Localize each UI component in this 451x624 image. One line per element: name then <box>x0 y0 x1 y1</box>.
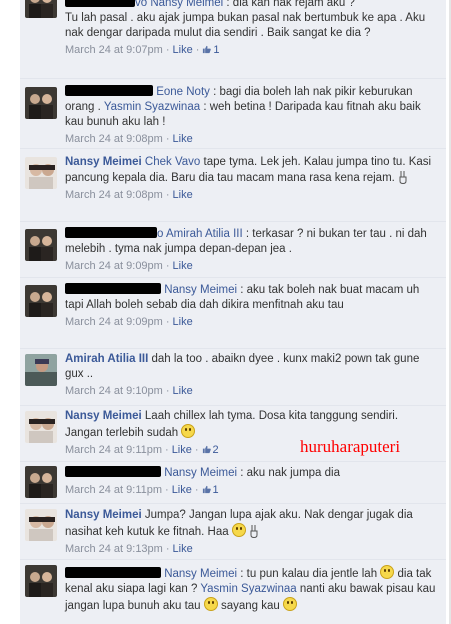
comment-meta: March 24 at 9:09pm · Like <box>65 260 193 272</box>
comment-thread: vo Nansy Meimei : dia kan nak rejam aku … <box>0 0 449 624</box>
timestamp[interactable]: March 24 at 9:07pm <box>65 44 163 56</box>
smile-emoji-icon <box>283 597 298 611</box>
comment: vo Nansy Meimei : dia kan nak rejam aku … <box>20 0 446 79</box>
avatar[interactable] <box>25 411 57 443</box>
peace-hand-icon <box>250 525 258 538</box>
smile-emoji-icon <box>380 565 395 579</box>
like-link[interactable]: Like <box>173 385 193 397</box>
comment-text: Nansy Meimei Chek Vavo tape tyma. Lek je… <box>65 156 432 184</box>
avatar[interactable] <box>25 87 57 119</box>
redacted-name <box>65 85 153 96</box>
comment-meta: March 24 at 9:13pm · Like <box>65 543 193 555</box>
avatar[interactable] <box>25 466 57 498</box>
like-link[interactable]: Like <box>173 316 193 328</box>
author-link[interactable]: Nansy Meimei <box>150 0 223 9</box>
like-count[interactable]: 1 <box>202 44 220 56</box>
like-link[interactable]: Like <box>173 189 193 201</box>
watermark: huruharaputeri <box>300 437 401 456</box>
avatar[interactable] <box>25 285 57 317</box>
comment-meta: March 24 at 9:07pm · Like · 1 <box>65 44 220 56</box>
timestamp[interactable]: March 24 at 9:09pm <box>65 316 163 328</box>
timestamp[interactable]: March 24 at 9:13pm <box>65 543 163 555</box>
comment-text: Nansy Meimei : tu pun kalau dia jentle l… <box>65 565 438 614</box>
avatar[interactable] <box>25 565 57 597</box>
timestamp[interactable]: March 24 at 9:11pm <box>65 484 162 496</box>
avatar[interactable] <box>25 509 57 541</box>
avatar[interactable] <box>25 229 57 261</box>
redacted-name <box>65 567 161 578</box>
mention-link[interactable]: Amirah Atilia III <box>166 228 243 240</box>
redacted-name <box>65 283 161 294</box>
comment-text: Nansy Meimei Jumpa? Jangan lupa ajak aku… <box>65 509 413 538</box>
like-link[interactable]: Like <box>172 484 192 496</box>
timestamp[interactable]: March 24 at 9:09pm <box>65 260 163 272</box>
comment-text: Amirah Atilia III dah la too . abaikn dy… <box>65 353 420 380</box>
like-link[interactable]: Like <box>172 444 192 456</box>
thumbs-up-icon <box>203 45 212 54</box>
timestamp[interactable]: March 24 at 9:10pm <box>65 385 163 397</box>
comment-meta: March 24 at 9:11pm · Like · 1 <box>65 484 219 496</box>
comment: Nansy Meimei Chek Vavo tape tyma. Lek je… <box>20 149 446 222</box>
comment: Nansy Meimei : aku nak jumpa dia March 2… <box>20 462 446 504</box>
redacted-name <box>65 227 157 238</box>
comment-text: Eone Noty : bagi dia boleh lah nak pikir… <box>65 85 421 128</box>
smile-emoji-icon <box>203 597 218 611</box>
like-link[interactable]: Like <box>173 44 193 56</box>
thumbs-up-icon <box>202 485 211 494</box>
avatar[interactable] <box>25 354 57 386</box>
author-link[interactable]: Amirah Atilia III <box>65 353 148 365</box>
comment: Eone Noty : bagi dia boleh lah nak pikir… <box>20 79 446 149</box>
smile-emoji-icon <box>181 424 196 438</box>
like-link[interactable]: Like <box>173 133 193 145</box>
comment-text: vo Nansy Meimei : dia kan nak rejam aku … <box>65 0 438 41</box>
comment: Nansy Meimei : tu pun kalau dia jentle l… <box>20 560 446 624</box>
comment-text: Nansy Meimei : aku nak jumpa dia <box>65 466 438 481</box>
redacted-name <box>65 466 161 477</box>
author-link[interactable]: Nansy Meimei <box>65 156 142 168</box>
avatar[interactable] <box>25 157 57 189</box>
smile-emoji-icon <box>231 523 246 537</box>
mention-link[interactable]: Yasmin Syazwinaa <box>104 101 200 113</box>
comment: Amirah Atilia III dah la too . abaikn dy… <box>20 349 446 406</box>
comment-text: Nansy Meimei : aku tak boleh nak buat ma… <box>65 283 420 311</box>
author-link[interactable]: Nansy Meimei <box>65 410 142 422</box>
comment-meta: March 24 at 9:10pm · Like <box>65 385 193 397</box>
peace-hand-icon <box>399 171 407 184</box>
comment-meta: March 24 at 9:08pm · Like <box>65 189 193 201</box>
timestamp[interactable]: March 24 at 9:11pm <box>65 444 162 456</box>
comment-text: o Amirah Atilia III : terkasar ? ni buka… <box>65 227 427 255</box>
timestamp[interactable]: March 24 at 9:08pm <box>65 133 163 145</box>
like-count[interactable]: 2 <box>202 444 219 456</box>
comment-meta: March 24 at 9:09pm · Like <box>65 316 193 328</box>
mention-link[interactable]: Chek Vavo <box>145 156 200 168</box>
comment: o Amirah Atilia III : terkasar ? ni buka… <box>20 222 446 278</box>
avatar[interactable] <box>25 0 57 18</box>
like-count[interactable]: 1 <box>202 484 219 496</box>
redacted-name <box>65 0 135 7</box>
timestamp[interactable]: March 24 at 9:08pm <box>65 189 163 201</box>
thumbs-up-icon <box>202 445 211 454</box>
like-link[interactable]: Like <box>173 543 193 555</box>
comment: Nansy Meimei : aku tak boleh nak buat ma… <box>20 278 446 349</box>
comment: Nansy Meimei Jumpa? Jangan lupa ajak aku… <box>20 504 446 560</box>
author-link[interactable]: Nansy Meimei <box>65 509 142 521</box>
mention-link[interactable]: Yasmin Syazwinaa <box>200 583 296 595</box>
comment-meta: March 24 at 9:08pm · Like <box>65 133 193 145</box>
like-link[interactable]: Like <box>173 260 193 272</box>
